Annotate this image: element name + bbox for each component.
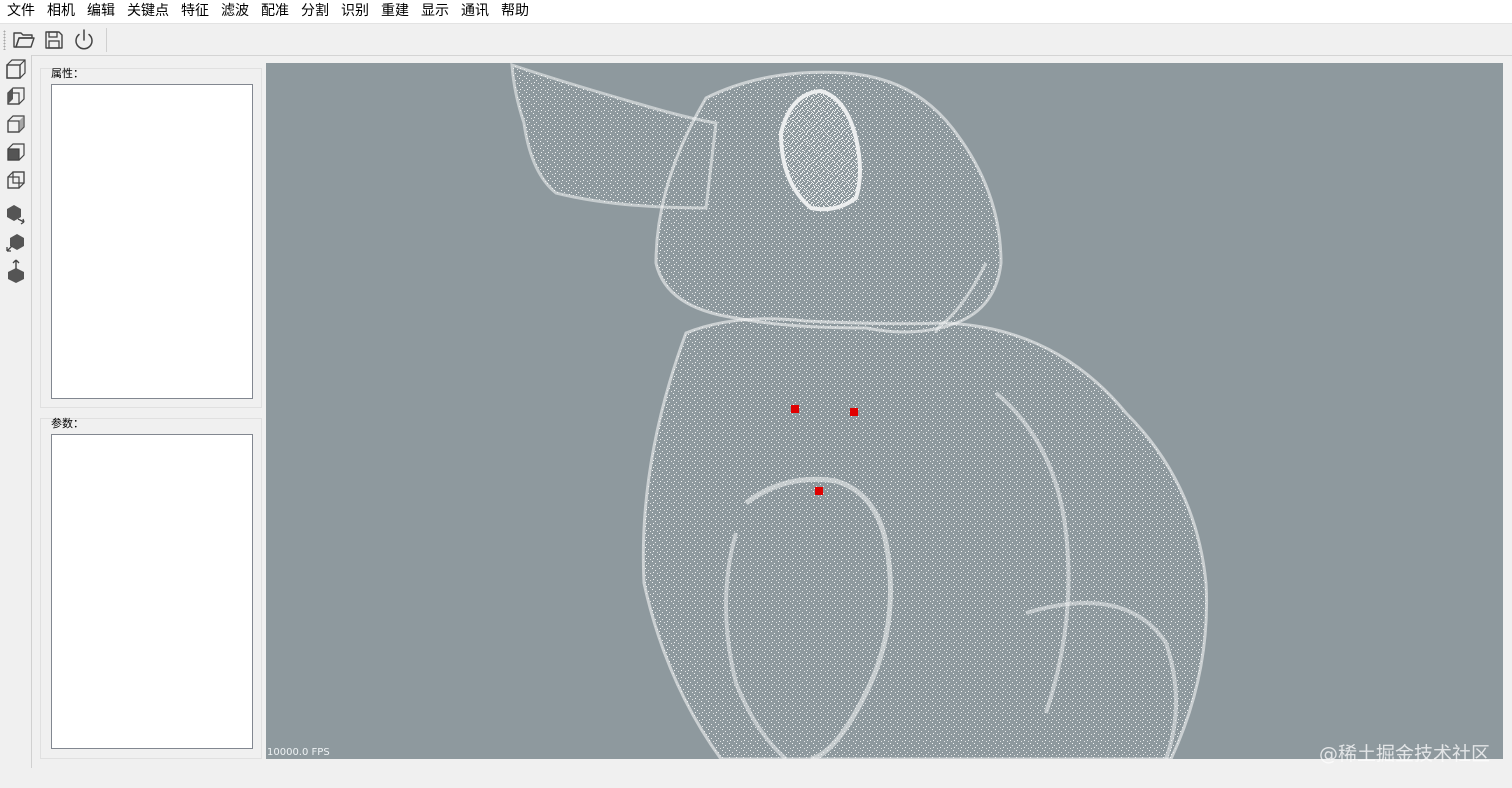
properties-panel: 属性： [40, 67, 262, 408]
menu-item[interactable]: 配准 [255, 0, 295, 23]
back-view-cube-icon [6, 171, 25, 189]
bunny-point-cloud [510, 63, 1209, 759]
top-view-button[interactable] [0, 139, 31, 167]
menu-item[interactable]: 相机 [41, 0, 81, 23]
menu-bar: 文件 相机 编辑 关键点 特征 滤波 配准 分割 识别 重建 显示 通讯 帮助 [0, 0, 1512, 23]
menu-item[interactable]: 显示 [415, 0, 455, 23]
keypoint-marker [791, 405, 799, 413]
exit-button[interactable] [70, 26, 98, 54]
open-button[interactable] [10, 26, 38, 54]
menu-item[interactable]: 重建 [375, 0, 415, 23]
point-cloud-viewport[interactable]: 10000.0 FPS [266, 63, 1503, 759]
parameters-list[interactable] [51, 434, 253, 749]
properties-panel-title: 属性： [51, 67, 84, 80]
menu-item[interactable]: 文件 [0, 0, 41, 23]
rotate-button[interactable] [0, 229, 31, 257]
top-view-cube-icon [6, 143, 25, 161]
back-view-button[interactable] [0, 167, 31, 195]
point-cloud-render [510, 63, 1209, 759]
front-view-button[interactable] [0, 55, 31, 83]
watermark: @稀土掘金技术社区 [1318, 743, 1490, 765]
right-view-cube-icon [6, 115, 25, 133]
front-view-cube-icon [5, 59, 26, 79]
menu-item[interactable]: 识别 [335, 0, 375, 23]
save-button[interactable] [40, 26, 68, 54]
keypoint-marker [850, 408, 858, 416]
menu-item[interactable]: 帮助 [495, 0, 535, 23]
main-toolbar [0, 23, 1512, 56]
transform-cube-icon [6, 205, 25, 225]
menu-item[interactable]: 关键点 [121, 0, 175, 23]
toolbar-grip[interactable] [3, 29, 6, 50]
transform-button[interactable] [0, 201, 31, 229]
menu-item[interactable]: 分割 [295, 0, 335, 23]
parameters-panel-title: 参数： [51, 417, 84, 430]
rotate-cube-icon [5, 234, 24, 252]
menu-item[interactable]: 通讯 [455, 0, 495, 23]
left-view-button[interactable] [0, 83, 31, 111]
upload-cube-icon [7, 259, 24, 283]
save-icon [45, 30, 63, 49]
properties-list[interactable] [51, 84, 253, 399]
power-icon [75, 28, 93, 49]
status-bar [0, 768, 1512, 788]
keypoint-marker [815, 487, 823, 495]
right-view-button[interactable] [0, 111, 31, 139]
parameters-panel: 参数： [40, 417, 262, 759]
open-folder-icon [13, 31, 35, 48]
fps-counter: 10000.0 FPS [267, 747, 330, 758]
upload-button[interactable] [0, 257, 31, 285]
view-toolbar [0, 55, 32, 768]
left-view-cube-icon [6, 87, 25, 105]
toolbar-separator [106, 27, 107, 52]
menu-item[interactable]: 编辑 [81, 0, 121, 23]
menu-item[interactable]: 特征 [175, 0, 215, 23]
menu-item[interactable]: 滤波 [215, 0, 255, 23]
